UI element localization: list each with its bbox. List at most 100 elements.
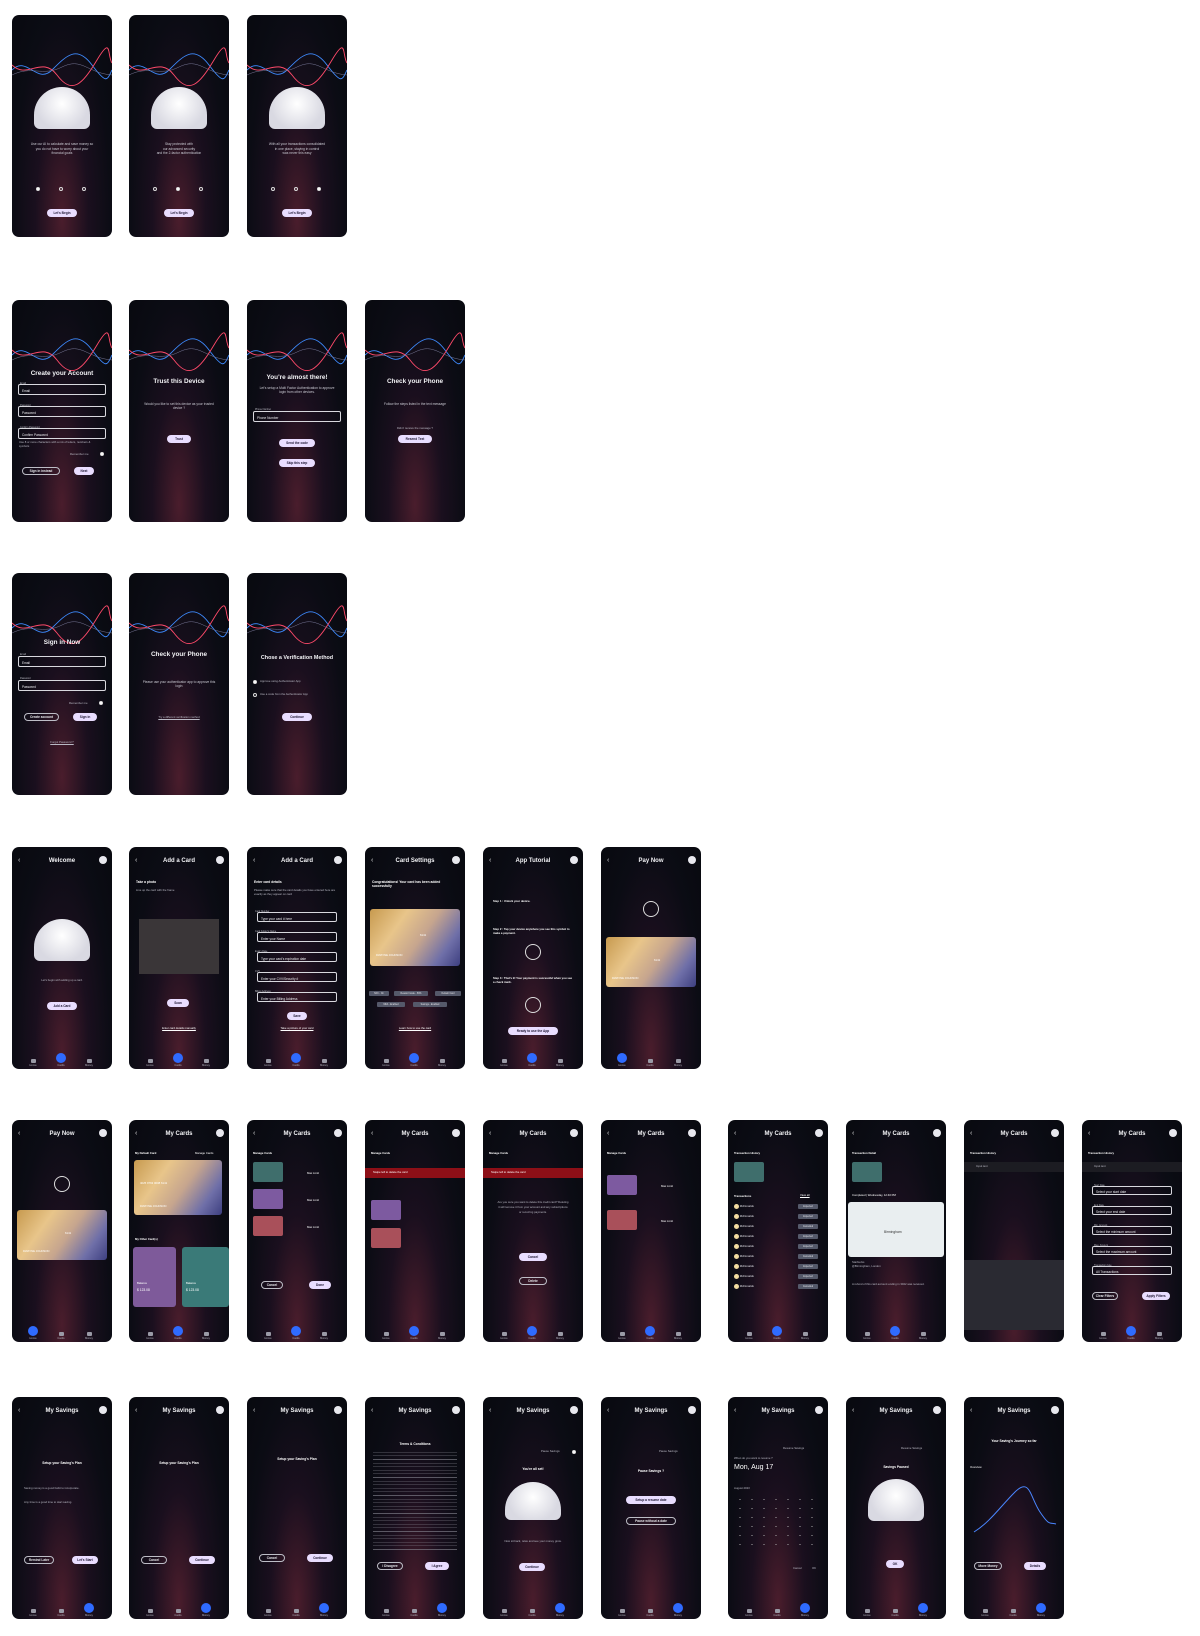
table-row[interactable]: McDonalds Cancelled (734, 1284, 822, 1289)
add-card-button[interactable]: Add a Card (47, 1002, 77, 1010)
nav-home[interactable]: Home (139, 1332, 161, 1340)
nav-home[interactable]: Home (493, 1332, 515, 1340)
nav-money[interactable]: Money (794, 1332, 816, 1340)
sign-in-instead-button[interactable]: Sign in instead (22, 467, 60, 475)
managed-card[interactable] (253, 1162, 283, 1182)
nav-home[interactable]: Home (139, 1609, 161, 1617)
profile-icon[interactable] (815, 1129, 823, 1137)
move-money-button[interactable]: Move Money (974, 1562, 1002, 1570)
cancel-button[interactable]: Cancel (259, 1554, 285, 1562)
profile-icon[interactable] (452, 856, 460, 864)
profile-icon[interactable] (688, 1406, 696, 1414)
profile-icon[interactable] (933, 1129, 941, 1137)
apply-filters-button[interactable]: Apply Filters (1142, 1292, 1170, 1300)
email-field[interactable]: Email (18, 656, 106, 667)
table-row[interactable]: McDonalds Cancelled (734, 1254, 822, 1259)
default-card[interactable]: 4025 9763 0008 6141 DWAYNE JOHNSON (134, 1160, 222, 1215)
email-field[interactable]: Email (18, 384, 106, 395)
nav-cards[interactable]: Cards (50, 1609, 72, 1617)
nav-money[interactable]: Money (549, 1059, 571, 1067)
default-pill[interactable]: Default Card (435, 991, 461, 996)
nav-money[interactable]: Money (195, 1603, 217, 1617)
profile-icon[interactable] (570, 856, 578, 864)
pager-dot[interactable] (176, 187, 180, 191)
table-row[interactable]: McDonalds Expected (734, 1204, 822, 1209)
savings-pill[interactable]: Savings - Enabled (413, 1002, 447, 1007)
nav-home[interactable]: Home (493, 1059, 515, 1067)
cancel-button[interactable]: Cancel (793, 1566, 802, 1571)
sign-in-button[interactable]: Sign in (73, 713, 97, 721)
nav-home[interactable]: Home (738, 1609, 760, 1617)
pager-dot[interactable] (294, 187, 298, 191)
save-button[interactable]: Save (287, 1012, 307, 1020)
nav-home[interactable]: Home (139, 1059, 161, 1067)
nav-home[interactable]: Home (22, 1609, 44, 1617)
card-field-f3[interactable]: Type your card's expiration date (257, 952, 337, 962)
nav-cards[interactable]: Cards (1002, 1609, 1024, 1617)
learn-link[interactable]: Learn how to use the card (365, 1026, 465, 1031)
resend-text-button[interactable]: Resend Text (398, 435, 432, 443)
profile-icon[interactable] (688, 1129, 696, 1137)
pager-dot[interactable] (199, 187, 203, 191)
table-row[interactable]: McDonalds Expected (734, 1234, 822, 1239)
nav-money[interactable]: Money (78, 1603, 100, 1617)
profile-icon[interactable] (570, 1406, 578, 1414)
cancel-button[interactable]: Cancel (141, 1556, 167, 1564)
continue-button[interactable]: Continue (307, 1554, 333, 1562)
profile-icon[interactable] (216, 1129, 224, 1137)
nav-home[interactable]: Home (856, 1609, 878, 1617)
radio-option-2[interactable] (253, 693, 257, 697)
nav-cards[interactable]: Cards (521, 1053, 543, 1067)
nav-cards[interactable]: Cards (167, 1053, 189, 1067)
scan-button[interactable]: Scan (167, 999, 189, 1007)
ready-button[interactable]: Ready to use the App (508, 1027, 558, 1035)
managed-card[interactable] (371, 1228, 401, 1248)
nfc-pill[interactable]: NFC - On (369, 991, 389, 996)
disagree-button[interactable]: I Disagree (377, 1562, 403, 1570)
nav-home[interactable]: Home (493, 1609, 515, 1617)
continue-button[interactable]: Continue (189, 1556, 215, 1564)
profile-icon[interactable] (688, 856, 696, 864)
search-bar[interactable]: Input text (964, 1162, 1064, 1172)
profile-icon[interactable] (334, 856, 342, 864)
pause-toggle[interactable] (572, 1450, 576, 1454)
pause-without-date-button[interactable]: Pause without a date (626, 1517, 676, 1525)
filter-end-field[interactable]: Select your end date (1092, 1206, 1172, 1215)
photo-link[interactable]: Take a picture of your card (247, 1026, 347, 1031)
nav-cards[interactable]: Cards (403, 1053, 425, 1067)
table-row[interactable]: McDonalds Expected (734, 1264, 822, 1269)
nav-money[interactable]: Money (667, 1332, 689, 1340)
card-field-f1[interactable]: Type your card # here (257, 912, 337, 922)
cancel-button[interactable]: Cancel (261, 1281, 283, 1289)
nav-cards[interactable]: Cards (884, 1609, 906, 1617)
nav-cards[interactable]: Cards (766, 1609, 788, 1617)
manage-cards-link[interactable]: Manage Cards (195, 1151, 213, 1156)
nav-money[interactable]: Money (1030, 1603, 1052, 1617)
nav-home[interactable]: Home (738, 1332, 760, 1340)
pager-dot[interactable] (271, 187, 275, 191)
calendar-grid[interactable] (734, 1495, 822, 1545)
map[interactable]: Birmingham (848, 1202, 944, 1257)
table-row[interactable]: McDonalds Expected (734, 1244, 822, 1249)
profile-icon[interactable] (452, 1406, 460, 1414)
nav-home[interactable]: Home (856, 1332, 878, 1340)
nav-home[interactable]: Home (257, 1059, 279, 1067)
table-row[interactable]: McDonalds Cancelled (734, 1224, 822, 1229)
pager-dot[interactable] (317, 187, 321, 191)
profile-icon[interactable] (216, 856, 224, 864)
nav-money[interactable]: Money (431, 1603, 453, 1617)
nav-home[interactable]: Home (611, 1053, 633, 1067)
nav-money[interactable]: Money (431, 1332, 453, 1340)
profile-icon[interactable] (452, 1129, 460, 1137)
filter-max-field[interactable]: Select the maximum amount (1092, 1246, 1172, 1255)
nav-money[interactable]: Money (78, 1059, 100, 1067)
table-row[interactable]: McDonalds Expected (734, 1214, 822, 1219)
nav-home[interactable]: Home (22, 1059, 44, 1067)
nav-money[interactable]: Money (1148, 1332, 1170, 1340)
swipe-banner[interactable]: Swipe left to delete the card (365, 1168, 465, 1178)
nav-home[interactable]: Home (611, 1332, 633, 1340)
filter-start-field[interactable]: Select your start date (1092, 1186, 1172, 1195)
nav-cards[interactable]: Cards (521, 1326, 543, 1340)
managed-card[interactable] (253, 1216, 283, 1236)
clear-filters-button[interactable]: Clear Filters (1092, 1292, 1118, 1300)
